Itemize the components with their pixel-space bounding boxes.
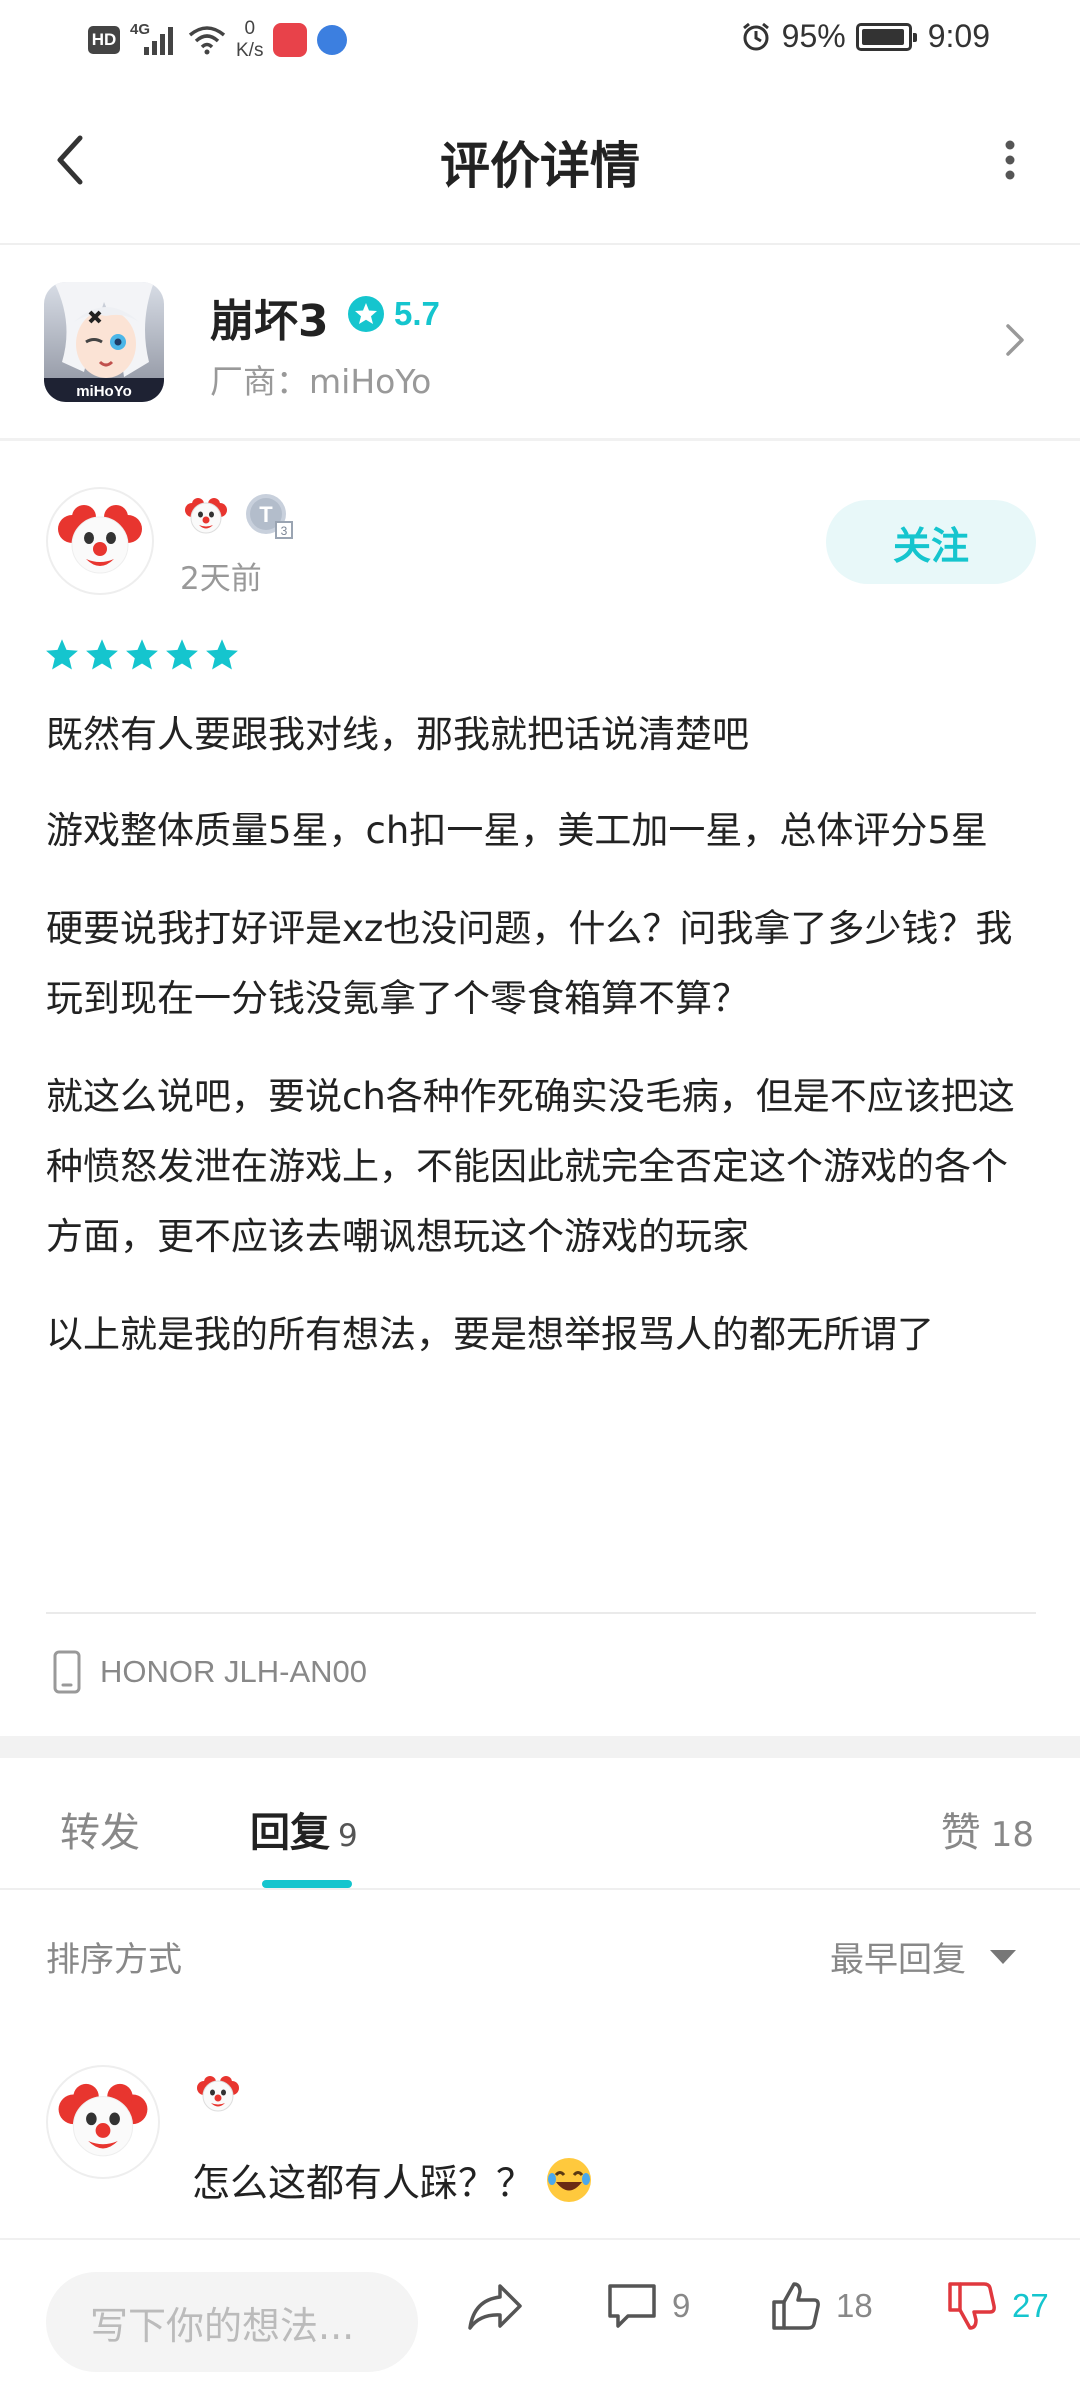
clown-emoji-icon — [180, 490, 232, 542]
thumbs-up-icon — [772, 2282, 820, 2330]
comment-input[interactable]: 写下你的想法... — [46, 2272, 418, 2372]
reply-count: 9 — [338, 1818, 358, 1854]
tab-indicator — [262, 1880, 352, 1888]
huawei-app-notification-icon — [273, 23, 308, 57]
tab-like[interactable]: 赞 18 — [941, 1800, 1034, 1858]
score-star-icon — [348, 296, 384, 332]
comment-count: 9 — [672, 2287, 691, 2324]
game-name: 崩坏3 — [210, 296, 329, 347]
like-count: 18 — [836, 2287, 873, 2324]
page-title: 评价详情 — [440, 137, 640, 195]
share-icon — [468, 2284, 522, 2330]
tab-forward[interactable]: 转发 — [60, 1800, 140, 1858]
more-vertical-icon — [1005, 140, 1015, 180]
tab-reply[interactable]: 回复 9 — [250, 1800, 358, 1858]
sort-dropdown[interactable]: 最早回复 — [830, 1932, 1018, 1981]
game-score: 5.7 — [348, 295, 440, 333]
divider — [46, 1612, 1036, 1614]
thumbs-down-icon — [948, 2282, 996, 2330]
clock: 9:09 — [927, 18, 990, 54]
follow-button[interactable]: 关注 — [826, 500, 1036, 584]
wifi-icon — [188, 26, 226, 55]
status-left: HD 4G 0 K/s — [88, 18, 348, 62]
dislike-count: 27 — [1012, 2287, 1049, 2324]
device-name: HONOR JLH-AN00 — [100, 1654, 367, 1689]
clown-emoji-icon — [192, 2068, 244, 2120]
comment-button[interactable]: 9 — [606, 2280, 690, 2332]
caret-down-icon — [990, 1949, 1016, 1964]
share-button[interactable] — [466, 2280, 524, 2334]
svg-text:3: 3 — [281, 524, 288, 538]
game-icon: miHoYo — [44, 282, 164, 402]
title-bar: 评价详情 — [0, 80, 1080, 245]
status-right: 95% 9:09 — [740, 18, 990, 55]
battery-percent: 95% — [781, 18, 846, 54]
review-paragraph: 以上就是我的所有想法，要是想举报骂人的都无所谓了 — [46, 1313, 934, 1356]
star-icon — [86, 639, 118, 670]
svg-text:miHoYo: miHoYo — [76, 383, 132, 400]
chevron-right-icon — [990, 315, 1040, 365]
comment-icon — [608, 2284, 656, 2328]
score-value: 5.7 — [394, 295, 440, 332]
device-info: HONOR JLH-AN00 — [52, 1650, 367, 1694]
section-divider — [0, 1736, 1080, 1758]
reply-avatar[interactable] — [46, 2065, 160, 2179]
battery-icon — [855, 22, 917, 51]
divider — [0, 1888, 1080, 1890]
star-icon — [206, 639, 238, 670]
phone-icon — [53, 1650, 81, 1694]
review-body: 既然有人要跟我对线，那我就把话说清楚吧 游戏整体质量5星，ch扣一星，美工加一星… — [46, 700, 1036, 1398]
review-paragraph: 游戏整体质量5星，ch扣一星，美工加一星，总体评分5星 — [46, 809, 988, 852]
rating-stars — [44, 637, 240, 673]
browser-notification-icon — [317, 25, 348, 55]
like-button[interactable]: 18 — [770, 2280, 873, 2332]
star-icon — [166, 639, 198, 670]
dislike-button[interactable]: 27 — [946, 2280, 1049, 2332]
divider — [0, 438, 1080, 441]
level-badge-icon: T 3 — [244, 492, 294, 542]
network-speed: 0 K/s — [236, 18, 264, 61]
game-card[interactable]: miHoYo 崩坏3 5.7 厂商：miHoYo — [0, 245, 1080, 440]
reply-text: 怎么这都有人踩？？ — [192, 2152, 594, 2207]
hd-badge: HD — [88, 26, 120, 54]
signal-icon: 4G — [130, 21, 178, 55]
laughing-emoji-icon — [547, 2157, 592, 2202]
review-paragraph: 硬要说我打好评是xz也没问题，什么？问我拿了多少钱？我玩到现在一分钱没氪拿了个零… — [46, 907, 1013, 1020]
star-icon — [46, 639, 78, 670]
status-bar: HD 4G 0 K/s 95% 9:09 — [0, 0, 1080, 80]
avatar[interactable] — [46, 487, 154, 595]
alarm-icon — [742, 22, 769, 50]
sort-selected: 最早回复 — [830, 1940, 966, 1980]
like-count: 18 — [990, 1815, 1034, 1855]
sort-label: 排序方式 — [46, 1940, 182, 1980]
star-icon — [126, 639, 158, 670]
more-options-button[interactable] — [980, 130, 1040, 190]
review-paragraph: 就这么说吧，要说ch各种作死确实没毛病，但是不应该把这种愤怒发泄在游戏上，不能因… — [46, 1075, 1015, 1258]
review-paragraph: 既然有人要跟我对线，那我就把话说清楚吧 — [46, 713, 749, 756]
bottom-bar: 写下你的想法... 9 18 27 — [0, 2238, 1080, 2400]
svg-text:T: T — [259, 502, 273, 527]
review-time: 2天前 — [180, 561, 262, 597]
game-vendor: 厂商：miHoYo — [210, 362, 432, 401]
